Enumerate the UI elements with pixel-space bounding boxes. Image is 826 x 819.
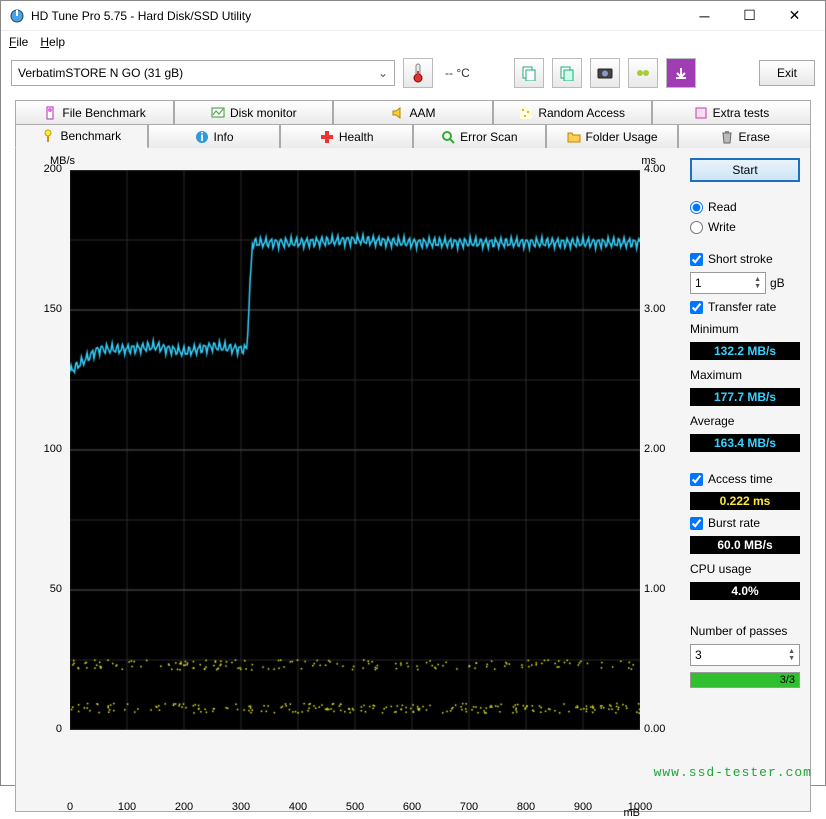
svg-text:i: i — [200, 130, 203, 144]
radio-write[interactable]: Write — [690, 220, 800, 234]
drive-name: VerbatimSTORE N GO (31 gB) — [18, 66, 183, 80]
spinner-arrows-icon[interactable]: ▲▼ — [788, 648, 795, 662]
copy-info-icon[interactable] — [552, 58, 582, 88]
check-burst-rate[interactable]: Burst rate — [690, 516, 800, 530]
tab-health[interactable]: Health — [280, 124, 413, 148]
check-transfer-rate[interactable]: Transfer rate — [690, 300, 800, 314]
tab-erase[interactable]: Erase — [678, 124, 811, 148]
tab-benchmark[interactable]: Benchmark — [15, 124, 148, 148]
watermark: www.ssd-tester.com — [654, 765, 812, 780]
tab-info[interactable]: iInfo — [148, 124, 281, 148]
drive-dropdown[interactable]: VerbatimSTORE N GO (31 gB) ⌄ — [11, 60, 395, 86]
check-access-time[interactable]: Access time — [690, 472, 800, 486]
passes-progress: 3/3 — [690, 672, 800, 688]
health-icon — [320, 130, 334, 144]
random-icon — [519, 106, 533, 120]
menu-help[interactable]: Help — [40, 35, 65, 49]
access-time-value: 0.222 ms — [690, 492, 800, 510]
tab-extra-tests[interactable]: Extra tests — [652, 100, 811, 124]
app-icon — [9, 8, 25, 24]
radio-read[interactable]: Read — [690, 200, 800, 214]
average-label: Average — [690, 414, 800, 428]
burst-rate-value: 60.0 MB/s — [690, 536, 800, 554]
maximum-label: Maximum — [690, 368, 800, 382]
short-stroke-value[interactable]: 1▲▼ — [690, 272, 766, 294]
screenshot-icon[interactable] — [590, 58, 620, 88]
options-icon[interactable] — [628, 58, 658, 88]
temperature-value: -- °C — [441, 66, 474, 80]
average-value: 163.4 MB/s — [690, 434, 800, 452]
minimize-button[interactable]: ─ — [682, 2, 727, 30]
minimum-value: 132.2 MB/s — [690, 342, 800, 360]
exit-button[interactable]: Exit — [759, 60, 815, 86]
maximize-button[interactable]: ☐ — [727, 2, 772, 30]
spinner-arrows-icon[interactable]: ▲▼ — [754, 276, 761, 290]
info-icon: i — [195, 130, 209, 144]
passes-label: Number of passes — [690, 624, 800, 638]
file-benchmark-icon — [43, 106, 57, 120]
folder-icon — [567, 130, 581, 144]
copy-results-icon[interactable] — [514, 58, 544, 88]
monitor-icon — [211, 106, 225, 120]
x-axis-unit: mB — [624, 807, 641, 819]
minimum-label: Minimum — [690, 322, 800, 336]
cpu-label: CPU usage — [690, 562, 800, 576]
tab-disk-monitor[interactable]: Disk monitor — [174, 100, 333, 124]
passes-value[interactable]: 3▲▼ — [690, 644, 800, 666]
cpu-value: 4.0% — [690, 582, 800, 600]
thermometer-icon[interactable] — [403, 58, 433, 88]
window-title: HD Tune Pro 5.75 - Hard Disk/SSD Utility — [31, 9, 251, 23]
save-icon[interactable] — [666, 58, 696, 88]
menu-file[interactable]: File — [9, 35, 28, 49]
close-button[interactable]: ✕ — [772, 2, 817, 30]
maximum-value: 177.7 MB/s — [690, 388, 800, 406]
tab-random-access[interactable]: Random Access — [493, 100, 652, 124]
trash-icon — [720, 130, 734, 144]
tab-error-scan[interactable]: Error Scan — [413, 124, 546, 148]
tab-folder-usage[interactable]: Folder Usage — [546, 124, 679, 148]
speaker-icon — [391, 106, 405, 120]
chevron-down-icon: ⌄ — [378, 66, 388, 80]
check-short-stroke[interactable]: Short stroke — [690, 252, 800, 266]
benchmark-icon — [41, 129, 55, 143]
benchmark-chart: MB/s ms 050100150200 0.001.002.003.004.0… — [26, 158, 680, 801]
extra-icon — [694, 106, 708, 120]
scan-icon — [441, 130, 455, 144]
tab-file-benchmark[interactable]: File Benchmark — [15, 100, 174, 124]
start-button[interactable]: Start — [690, 158, 800, 182]
tab-aam[interactable]: AAM — [333, 100, 492, 124]
